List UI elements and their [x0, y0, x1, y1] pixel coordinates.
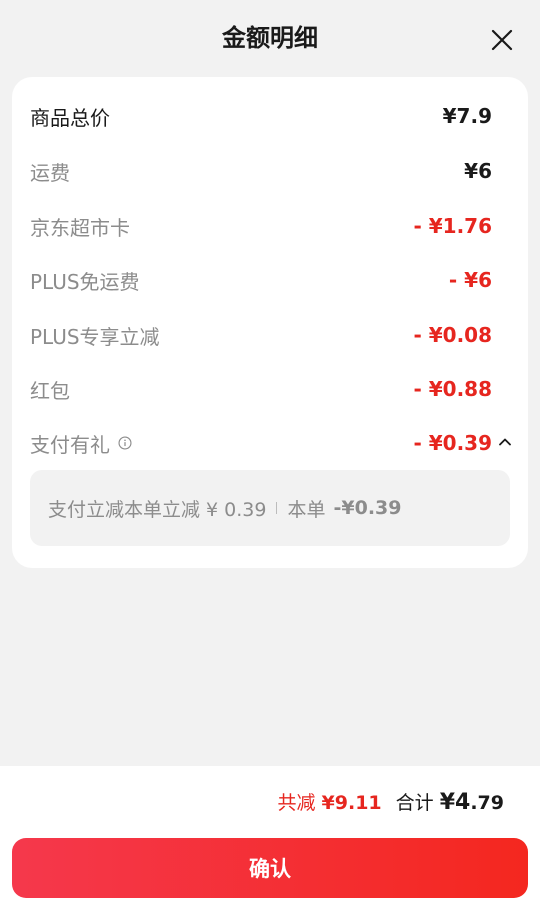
row-value: - ¥0.39 — [413, 431, 492, 455]
row-label: PLUS专享立减 — [30, 324, 160, 349]
reduce-label: 共减 — [277, 792, 316, 814]
total-reduce: 共减 ¥9.11 — [277, 788, 381, 815]
row-plus-free-shipping: PLUS免运费 - ¥6 — [30, 260, 492, 300]
order-label: 本单 — [287, 498, 326, 521]
pay-gift-detail-text: 支付立减本单立减 ¥ 0.39 — [48, 498, 267, 521]
row-label: 红包 — [30, 378, 70, 403]
row-shipping: 运费 ¥6 — [30, 151, 492, 191]
page-title: 金额明细 — [222, 24, 318, 52]
total-symbol: ¥ — [439, 790, 456, 815]
price-detail-card: 商品总价 ¥7.9 运费 ¥6 京东超市卡 - ¥1.76 PLUS免运费 - … — [12, 77, 528, 568]
header: 金额明细 — [0, 0, 540, 76]
row-label: 运费 — [30, 160, 70, 185]
reduce-value: ¥9.11 — [321, 792, 382, 814]
confirm-button[interactable]: 确认 — [12, 838, 528, 898]
row-pay-gift[interactable]: 支付有礼 - ¥0.39 — [30, 423, 511, 463]
row-value: ¥6 — [464, 159, 492, 183]
row-plus-discount: PLUS专享立减 - ¥0.08 — [30, 315, 492, 355]
row-value: - ¥0.88 — [413, 377, 492, 401]
row-label: 京东超市卡 — [30, 215, 130, 240]
row-value: ¥7.9 — [442, 104, 492, 128]
row-label: PLUS免运费 — [30, 269, 140, 294]
row-goods-total: 商品总价 ¥7.9 — [30, 96, 492, 136]
row-red-packet: 红包 - ¥0.88 — [30, 369, 492, 409]
total-label: 合计 — [395, 792, 434, 814]
row-value: - ¥0.08 — [413, 323, 492, 347]
close-icon[interactable] — [490, 28, 514, 52]
row-value: - ¥6 — [448, 268, 492, 292]
order-value: -¥0.39 — [333, 497, 402, 519]
row-value: - ¥1.76 — [413, 214, 492, 238]
row-label: 支付有礼 — [30, 429, 132, 458]
pay-gift-label: 支付有礼 — [30, 432, 110, 457]
row-label: 商品总价 — [30, 105, 110, 130]
footer-bar: 共减 ¥9.11 合计 ¥4.79 确认 — [0, 766, 540, 910]
info-icon[interactable] — [118, 436, 132, 450]
pay-gift-detail: 支付立减本单立减 ¥ 0.39 本单 -¥0.39 — [30, 470, 510, 546]
divider — [276, 502, 278, 514]
total-integer: 4 — [455, 790, 471, 815]
total-decimal: .79 — [470, 792, 504, 814]
chevron-up-icon[interactable] — [498, 435, 512, 449]
row-supermarket-card: 京东超市卡 - ¥1.76 — [30, 206, 492, 246]
price-summary: 共减 ¥9.11 合计 ¥4.79 — [277, 788, 504, 815]
total-amount: 合计 ¥4.79 — [396, 788, 504, 815]
